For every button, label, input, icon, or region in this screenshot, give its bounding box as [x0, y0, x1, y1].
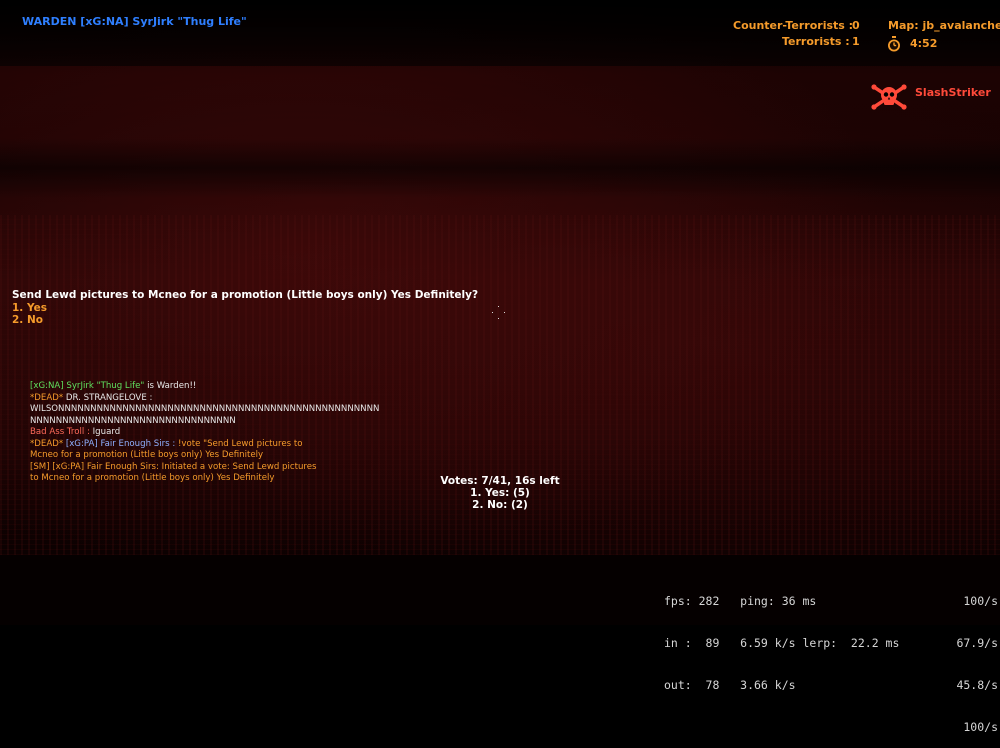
chat-message: Mcneo for a promotion (Little boys only)…	[30, 450, 264, 460]
net-graph-rate: 100/s	[963, 720, 998, 734]
chat-message: NNNNNNNNNNNNNNNNNNNNNNNNNNNNNNNN	[30, 415, 236, 426]
vote-menu: Send Lewd pictures to Mcneo for a promot…	[12, 289, 478, 327]
net-graph-rate: 67.9/s	[956, 636, 998, 650]
scene-shadow-band	[0, 138, 1000, 198]
vote-status-header: Votes: 7/41, 16s left	[440, 475, 560, 487]
chat-player-name: DR. STRANGELOVE :	[63, 392, 153, 403]
vote-status-no: 2. No: (2)	[472, 499, 528, 511]
net-graph-line: fps: 282 ping: 36 ms	[664, 594, 817, 608]
chat-player-name: [xG:NA] SyrJirk "Thug Life"	[30, 381, 145, 391]
net-graph-line: in : 89 6.59 k/s lerp: 22.2 ms	[664, 636, 900, 650]
t-score-value: 1	[852, 35, 860, 48]
vote-option-no[interactable]: 2. No	[12, 314, 478, 327]
chat-message: to Mcneo for a promotion (Little boys on…	[30, 473, 275, 483]
t-score-label: Terrorists :	[782, 35, 850, 48]
vote-option-yes[interactable]: 1. Yes	[12, 302, 478, 315]
vote-status-yes: 1. Yes: (5)	[470, 487, 530, 499]
net-graph: fps: 282 ping: 36 ms in : 89 6.59 k/s le…	[664, 566, 899, 706]
chat-line: [xG:NA] SyrJirk "Thug Life" is Warden!!	[30, 381, 379, 393]
chat-message: WILSONNNNNNNNNNNNNNNNNNNNNNNNNNNNNNNNNNN…	[30, 404, 380, 414]
chat-log: [xG:NA] SyrJirk "Thug Life" is Warden!! …	[30, 381, 379, 485]
chat-dead-tag: *DEAD*	[30, 392, 64, 403]
crosshair	[492, 306, 506, 320]
net-graph-rate: 100/s	[963, 594, 998, 608]
net-graph-line: out: 78 3.66 k/s	[664, 678, 796, 692]
chat-message: [SM] [xG:PA] Fair Enough Sirs: Initiated…	[30, 461, 317, 472]
net-graph-rates: 100/s 67.9/s 45.8/s 100/s	[940, 566, 998, 748]
net-graph-rate: 45.8/s	[956, 678, 998, 692]
killfeed-player-name: SlashStriker	[915, 86, 991, 99]
chat-dead-tag: *DEAD*	[30, 438, 64, 449]
vote-question: Send Lewd pictures to Mcneo for a promot…	[12, 289, 479, 301]
skull-crossbones-icon	[871, 84, 907, 110]
ct-score-value: 0	[852, 19, 860, 32]
chat-player-name: [xG:PA] Fair Enough Sirs :	[63, 438, 176, 449]
warden-announcement: WARDEN [xG:NA] SyrJirk "Thug Life"	[22, 15, 247, 28]
chat-message: Iguard	[89, 427, 121, 437]
chat-player-name: Bad Ass Troll :	[30, 427, 90, 437]
chat-line: *DEAD* [xG:PA] Fair Enough Sirs : !vote …	[30, 439, 379, 451]
ct-score-label: Counter-Terrorists :	[733, 19, 854, 32]
chat-message: !vote "Send Lewd pictures to	[175, 438, 303, 449]
chat-message: is Warden!!	[144, 381, 197, 391]
chat-line: *DEAD* DR. STRANGELOVE :	[30, 393, 379, 405]
stopwatch-icon	[888, 36, 900, 52]
vote-status-panel: Votes: 7/41, 16s left 1. Yes: (5) 2. No:…	[430, 475, 570, 511]
round-timer: 4:52	[910, 37, 938, 50]
chat-line: Bad Ass Troll : Iguard	[30, 427, 379, 439]
map-name: Map: jb_avalanche	[888, 19, 1000, 32]
